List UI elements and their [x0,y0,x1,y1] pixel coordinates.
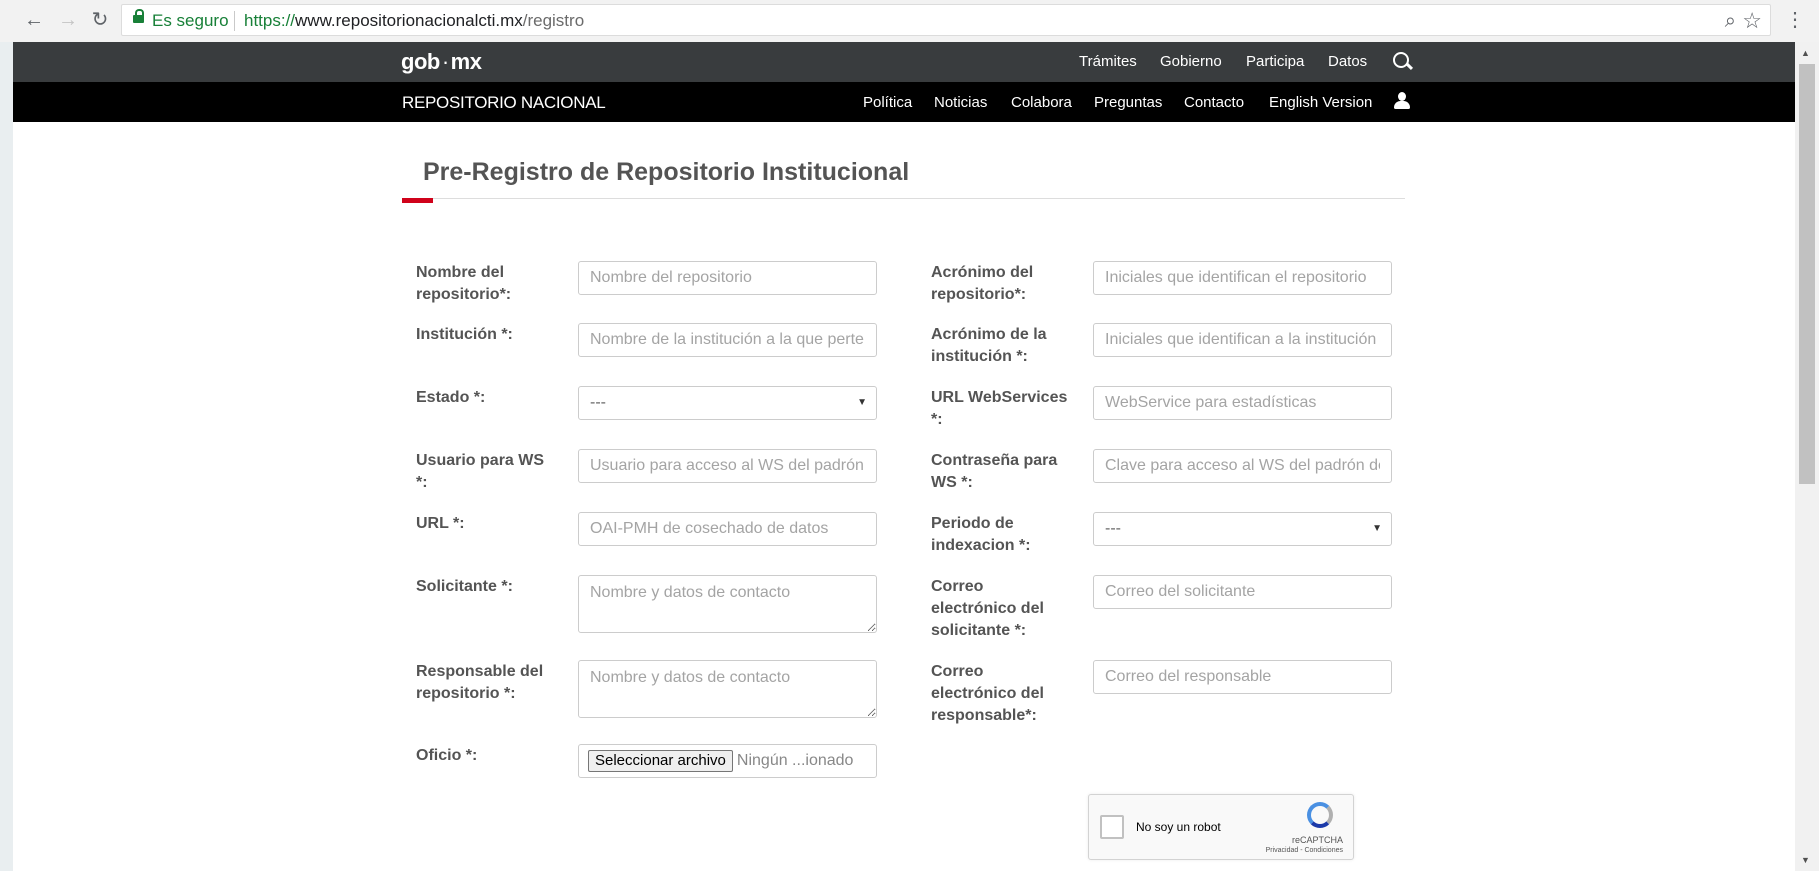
scroll-down-icon[interactable]: ▼ [1801,855,1810,865]
forward-icon[interactable]: → [56,8,80,32]
gobmx-topbar: gob·mx Trámites Gobierno Participa Datos [13,42,1795,82]
label-contrasena-ws: Contraseña para WS *: [931,452,1058,491]
url-scheme: https:// [244,11,296,30]
page-scrollbar[interactable]: ▲ ▼ [1795,42,1819,871]
label-oficio: Oficio *: [416,747,478,764]
nav-datos[interactable]: Datos [1328,53,1367,70]
url-input[interactable] [578,512,877,546]
page-viewport: gob·mx Trámites Gobierno Participa Datos… [0,42,1795,871]
reload-icon[interactable]: ↻ [88,8,112,32]
address-divider [234,11,235,31]
url-webservices-input[interactable] [1093,386,1392,420]
recaptcha-widget: No soy un robot reCAPTCHA Privacidad - C… [1088,794,1354,860]
label-nombre-repositorio: Nombre del repositorio*: [416,264,512,303]
nav-contacto[interactable]: Contacto [1184,94,1244,111]
star-icon[interactable]: ☆ [1742,8,1762,34]
label-solicitante: Solicitante *: [416,578,513,595]
responsable-textarea[interactable] [578,660,877,718]
label-correo-solicitante: Correo electrónico del solicitante *: [931,578,1044,639]
recaptcha-brand: reCAPTCHA [1291,835,1343,845]
estado-selected-value: --- [590,394,606,411]
recaptcha-logo-icon [1307,802,1333,828]
address-bar[interactable]: Es seguro https://www.repositorionaciona… [121,4,1771,36]
brand-dot: · [441,49,449,74]
site-navbar: REPOSITORIO NACIONAL Política Noticias C… [13,82,1795,122]
zoom-icon[interactable]: ⌕ [1725,10,1736,33]
nav-tramites[interactable]: Trámites [1079,53,1137,70]
nav-colabora[interactable]: Colabora [1011,94,1072,111]
label-estado: Estado *: [416,389,486,406]
label-institucion: Institución *: [416,326,513,343]
search-icon[interactable] [1393,52,1409,68]
label-url-webservices: URL WebServices *: [931,389,1068,428]
recaptcha-terms-link[interactable]: Privacidad - Condiciones [1266,847,1343,854]
label-responsable: Responsable del repositorio *: [416,663,544,702]
usuario-ws-input[interactable] [578,449,877,483]
periodo-selected-value: --- [1105,520,1121,537]
nav-participa[interactable]: Participa [1246,53,1304,70]
label-periodo-indexacion: Periodo de indexacion *: [931,515,1031,554]
title-divider [402,198,1405,199]
acronimo-repositorio-input[interactable] [1093,261,1392,295]
acronimo-institucion-input[interactable] [1093,323,1392,357]
periodo-indexacion-select[interactable]: --- ▼ [1093,512,1392,546]
nav-preguntas[interactable]: Preguntas [1094,94,1162,111]
menu-icon[interactable]: ⋮ [1785,8,1805,32]
page-title: Pre-Registro de Repositorio Instituciona… [423,158,910,186]
brand-part-mx: mx [450,49,482,74]
correo-solicitante-input[interactable] [1093,575,1392,609]
scrollbar-thumb[interactable] [1799,64,1815,484]
institucion-input[interactable] [578,323,877,357]
url-text[interactable]: https://www.repositorionacionalcti.mx/re… [244,11,584,31]
chevron-down-icon: ▼ [857,397,867,408]
gobmx-logo[interactable]: gob·mx [401,49,482,75]
title-accent-bar [402,198,433,203]
scroll-up-icon[interactable]: ▲ [1801,48,1810,58]
nav-english-version[interactable]: English Version [1269,94,1372,111]
oficio-file-input[interactable]: Seleccionar archivo Ningún ...ionado [578,744,877,778]
label-usuario-ws: Usuario para WS *: [416,452,545,491]
secure-label: Es seguro [152,11,229,30]
estado-select[interactable]: --- ▼ [578,386,877,420]
chevron-down-icon: ▼ [1372,523,1382,534]
user-icon[interactable] [1394,92,1410,110]
site-title[interactable]: REPOSITORIO NACIONAL [402,93,606,113]
recaptcha-label: No soy un robot [1136,820,1221,834]
lock-icon [133,9,144,23]
label-acronimo-repositorio: Acrónimo del repositorio*: [931,264,1034,303]
correo-responsable-input[interactable] [1093,660,1392,694]
label-correo-responsable: Correo electrónico del responsable*: [931,663,1044,724]
brand-part-gob: gob [401,49,440,74]
nombre-repositorio-input[interactable] [578,261,877,295]
url-host: www.repositorionacionalcti.mx [295,11,523,30]
label-url: URL *: [416,515,465,532]
nav-noticias[interactable]: Noticias [934,94,987,111]
page-gutter [0,42,13,871]
label-acronimo-institucion: Acrónimo de la institución *: [931,326,1047,365]
back-icon[interactable]: ← [22,8,46,32]
choose-file-button[interactable]: Seleccionar archivo [588,750,733,772]
nav-gobierno[interactable]: Gobierno [1160,53,1222,70]
url-path: /registro [522,11,585,30]
contrasena-ws-input[interactable] [1093,449,1392,483]
file-status-text: Ningún ...ionado [736,752,854,769]
nav-politica[interactable]: Política [863,94,912,111]
recaptcha-checkbox[interactable] [1100,815,1124,839]
solicitante-textarea[interactable] [578,575,877,633]
browser-toolbar: ← → ↻ Es seguro https://www.repositorion… [0,0,1819,42]
